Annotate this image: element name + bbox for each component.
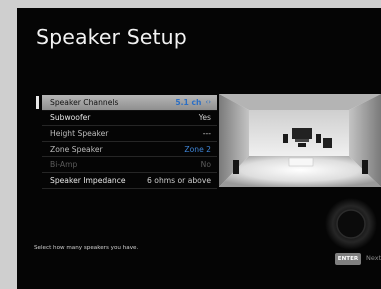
menu-item-label: Subwoofer xyxy=(50,113,91,123)
page-title: Speaker Setup xyxy=(36,25,187,49)
left-right-arrows-icon: ‹› xyxy=(205,98,211,107)
menu-item-label: Height Speaker xyxy=(50,128,109,138)
menu-item-height-speaker[interactable]: Height Speaker --- xyxy=(42,126,217,142)
menu-item-value: 5.1 ch xyxy=(175,97,202,107)
enter-button[interactable]: ENTER xyxy=(335,253,361,265)
next-label: Next xyxy=(366,254,381,262)
setup-screen: Speaker Setup Speaker Channels 5.1 ch ‹›… xyxy=(17,8,381,289)
menu-item-value: No xyxy=(200,160,211,170)
subwoofer-icon xyxy=(323,138,332,148)
menu-item-value: Yes xyxy=(198,113,211,123)
menu-item-value: 6 ohms or above xyxy=(147,175,211,185)
menu-item-label: Speaker Channels xyxy=(50,97,119,107)
menu-item-label: Bi-Amp xyxy=(50,160,78,170)
menu-item-subwoofer[interactable]: Subwoofer Yes xyxy=(42,111,217,127)
menu-item-bi-amp: Bi-Amp No xyxy=(42,157,217,173)
tv-icon xyxy=(292,128,312,142)
speaker-cone-center xyxy=(336,209,366,239)
menu-item-value: --- xyxy=(202,128,211,138)
couch-shape xyxy=(288,157,314,167)
menu-item-value: Zone 2 xyxy=(184,144,211,154)
menu-item-speaker-channels[interactable]: Speaker Channels 5.1 ch ‹› xyxy=(36,95,217,111)
menu-item-label: Speaker Impedance xyxy=(50,175,126,185)
menu-item-zone-speaker[interactable]: Zone Speaker Zone 2 xyxy=(42,142,217,158)
settings-menu: Speaker Channels 5.1 ch ‹› Subwoofer Yes… xyxy=(36,95,217,189)
menu-item-label: Zone Speaker xyxy=(50,144,103,154)
selection-marker xyxy=(36,96,39,109)
help-text: Select how many speakers you have. xyxy=(34,245,139,251)
menu-item-speaker-impedance[interactable]: Speaker Impedance 6 ohms or above xyxy=(42,173,217,189)
